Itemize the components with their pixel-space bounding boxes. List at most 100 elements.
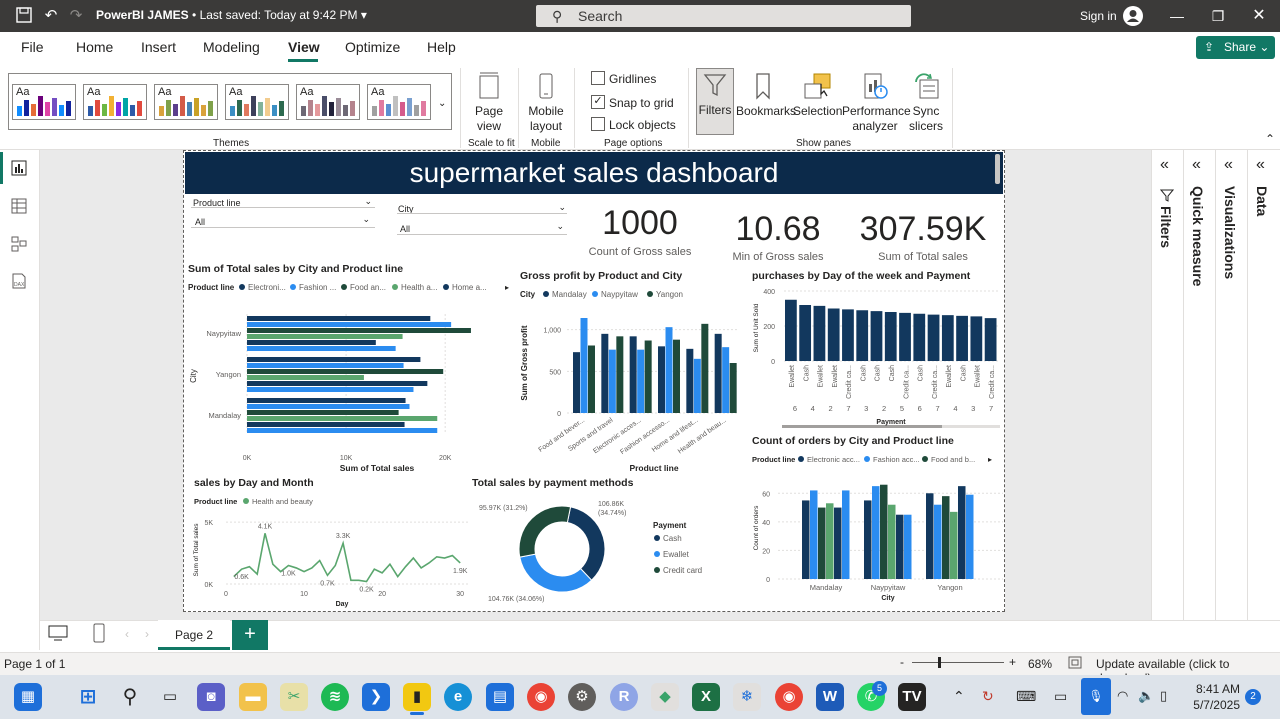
scrollbar[interactable] bbox=[995, 154, 1000, 184]
search-input[interactable]: ⚲ Search bbox=[536, 5, 911, 27]
mobile-layout-button[interactable]: Mobile layout bbox=[526, 72, 566, 134]
selection-pane-button[interactable]: Selection bbox=[793, 72, 842, 119]
desktop-view-icon[interactable] bbox=[48, 624, 68, 645]
chevron-up-icon[interactable]: ⌃ bbox=[953, 688, 965, 705]
sync-slicers-button[interactable]: Sync slicers bbox=[906, 72, 946, 134]
chrome-icon[interactable]: ◉ bbox=[527, 683, 555, 711]
zoom-in-button[interactable]: + bbox=[1009, 655, 1016, 669]
theme-swatch[interactable]: Aa bbox=[12, 84, 76, 120]
table-view-icon[interactable] bbox=[11, 198, 27, 217]
store-icon[interactable]: ▤ bbox=[486, 683, 514, 711]
gross-profit-chart[interactable]: City Mandalay Naypyitaw Yangon 0 500 1,000 Food… bbox=[515, 283, 745, 475]
product-line-slicer[interactable]: Product line ⌄ All ⌄ bbox=[188, 196, 376, 232]
teams-icon[interactable]: ◙ bbox=[197, 683, 225, 711]
expand-icon[interactable]: « bbox=[1192, 156, 1201, 174]
zoom-out-button[interactable]: - bbox=[900, 655, 904, 669]
clock-time[interactable]: 8:41 AM bbox=[1190, 682, 1240, 696]
filters-pane-button[interactable]: Filters bbox=[696, 68, 734, 135]
menu-modeling[interactable]: Modeling bbox=[203, 39, 260, 55]
restore-button[interactable]: ❐ bbox=[1198, 0, 1238, 32]
theme-swatch[interactable]: Aa bbox=[225, 84, 289, 120]
zoom-thumb[interactable] bbox=[938, 657, 941, 668]
bookmarks-pane-button[interactable]: Bookmarks bbox=[736, 72, 796, 119]
collapse-ribbon-icon[interactable]: ⌃ bbox=[1265, 132, 1275, 146]
minimize-button[interactable]: — bbox=[1157, 0, 1197, 32]
powerbi-icon[interactable]: ▮ bbox=[403, 683, 431, 711]
lock-objects-checkbox[interactable] bbox=[591, 117, 605, 131]
mobile-view-icon[interactable] bbox=[92, 623, 106, 646]
excel-icon[interactable]: X bbox=[692, 683, 720, 711]
spotify-icon[interactable]: ≋ bbox=[321, 683, 349, 711]
sales-by-day-chart[interactable]: Product line Health and beauty 0K 5K 0 10 20 30… bbox=[188, 490, 473, 610]
redo-icon[interactable]: ↷ bbox=[66, 6, 86, 26]
save-icon[interactable] bbox=[14, 6, 34, 26]
power-automate-icon[interactable]: ◆ bbox=[651, 683, 679, 711]
expand-icon[interactable]: « bbox=[1256, 156, 1265, 174]
keyboard-icon[interactable]: ⌨ bbox=[1016, 688, 1036, 705]
quick-measure-pane[interactable]: « Quick measure bbox=[1183, 150, 1215, 620]
expand-icon[interactable]: « bbox=[1224, 156, 1233, 174]
city-slicer[interactable]: City ⌄ All ⌄ bbox=[394, 202, 568, 238]
battery-icon[interactable]: ▯ bbox=[1160, 688, 1167, 704]
fit-page-icon[interactable] bbox=[1068, 656, 1082, 672]
undo-icon[interactable]: ↶ bbox=[41, 6, 61, 26]
vscode-icon[interactable]: ❯ bbox=[362, 683, 390, 711]
display-icon[interactable]: ▭ bbox=[1054, 688, 1067, 705]
snowflake-icon[interactable]: ❄ bbox=[733, 683, 761, 711]
report-view-icon[interactable] bbox=[11, 160, 27, 179]
theme-swatch[interactable]: Aa bbox=[296, 84, 360, 120]
menu-help[interactable]: Help bbox=[427, 39, 456, 55]
payment-methods-donut[interactable]: 106.86K (34.74%) 95.97K (31.2%) 104.76K (34… bbox=[472, 490, 742, 608]
prev-page-icon[interactable]: ‹ bbox=[125, 627, 129, 641]
word-icon[interactable]: W bbox=[816, 683, 844, 711]
search-icon[interactable]: ⚲ bbox=[116, 683, 144, 711]
dax-query-icon[interactable]: DAX bbox=[11, 273, 27, 292]
sync-tray-icon[interactable]: ↻ bbox=[982, 688, 994, 705]
add-page-button[interactable]: + bbox=[232, 620, 268, 650]
menu-insert[interactable]: Insert bbox=[141, 39, 176, 55]
clock-date[interactable]: 5/7/2025 bbox=[1180, 698, 1240, 712]
settings-icon[interactable]: ⚙ bbox=[568, 683, 596, 711]
theme-swatch[interactable]: Aa bbox=[154, 84, 218, 120]
performance-analyzer-button[interactable]: Performance analyzer bbox=[842, 72, 911, 134]
wifi-icon[interactable]: ◠ bbox=[1117, 688, 1128, 704]
edge-icon[interactable]: e bbox=[444, 683, 472, 711]
sales-by-city-product-chart[interactable]: Product line Electroni... Fashion ... Food … bbox=[185, 276, 515, 476]
theme-swatch[interactable]: Aa bbox=[367, 84, 431, 120]
avatar[interactable] bbox=[1123, 6, 1143, 26]
theme-swatch[interactable]: Aa bbox=[83, 84, 147, 120]
file-explorer-icon[interactable]: ▬ bbox=[239, 683, 267, 711]
microphone-icon[interactable]: 🎙 bbox=[1081, 678, 1111, 715]
next-page-icon[interactable]: › bbox=[145, 627, 149, 641]
model-view-icon[interactable] bbox=[11, 236, 27, 255]
snap-to-grid-checkbox[interactable]: ✓ bbox=[591, 95, 605, 109]
filters-pane[interactable]: « Filters bbox=[1151, 150, 1183, 620]
tab-page-2[interactable]: Page 2 bbox=[158, 620, 230, 650]
page-view-button[interactable]: Page view bbox=[470, 72, 508, 134]
notification-badge[interactable]: 2 bbox=[1245, 689, 1261, 705]
gridlines-checkbox[interactable] bbox=[591, 71, 605, 85]
chevron-down-icon[interactable]: ▾ bbox=[361, 8, 367, 22]
purchases-by-day-chart[interactable]: 0 200 400 Ewallet Cash Ewallet Ewallet Credit c… bbox=[748, 283, 1003, 433]
menu-optimize[interactable]: Optimize bbox=[345, 39, 400, 55]
data-pane[interactable]: « Data bbox=[1247, 150, 1280, 620]
menu-view[interactable]: View bbox=[288, 39, 320, 55]
menu-home[interactable]: Home bbox=[76, 39, 113, 55]
chrome-profile-icon[interactable]: ◉ bbox=[775, 683, 803, 711]
share-button[interactable]: ⇪ Share ⌄ bbox=[1196, 36, 1275, 59]
volume-icon[interactable]: 🔈 bbox=[1138, 688, 1154, 704]
expand-icon[interactable]: « bbox=[1160, 156, 1169, 174]
orders-by-city-chart[interactable]: Product line Electronic acc... Fashion acc… bbox=[748, 448, 1003, 608]
visualizations-pane[interactable]: « Visualizations bbox=[1215, 150, 1247, 620]
sign-in-link[interactable]: Sign in bbox=[1080, 9, 1117, 23]
zoom-slider[interactable] bbox=[912, 662, 1004, 663]
r-app-icon[interactable]: R bbox=[610, 683, 638, 711]
tradingview-icon[interactable]: TV bbox=[898, 683, 926, 711]
menu-file[interactable]: File bbox=[21, 39, 44, 55]
close-button[interactable]: ✕ bbox=[1239, 0, 1279, 32]
themes-more-icon[interactable]: ⌄ bbox=[438, 98, 446, 109]
widgets-icon[interactable]: ▦ bbox=[14, 683, 42, 711]
snipping-icon[interactable]: ✂ bbox=[280, 683, 308, 711]
start-icon[interactable]: ⊞ bbox=[74, 683, 102, 711]
task-view-icon[interactable]: ▭ bbox=[156, 683, 184, 711]
